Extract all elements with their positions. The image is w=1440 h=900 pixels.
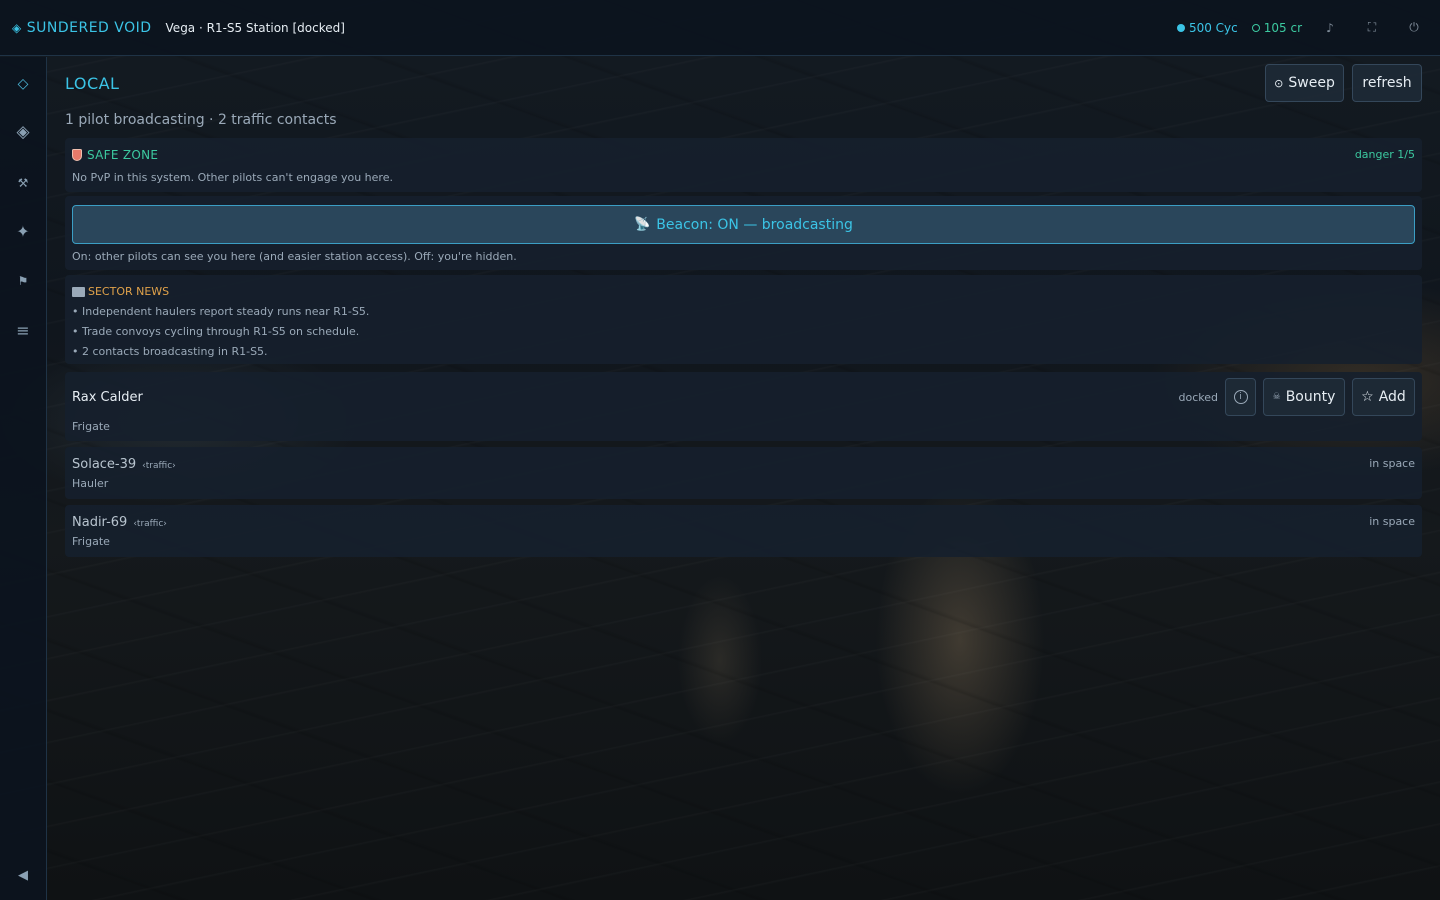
bounty-label: Bounty	[1285, 389, 1336, 405]
contact-row[interactable]: Solace-39 ‹traffic› Hauler in space	[65, 447, 1422, 499]
brand-diamond-icon: ◈	[12, 20, 22, 35]
credits-ring-icon	[1251, 23, 1260, 32]
local-summary: 1 pilot broadcasting · 2 traffic contact…	[65, 112, 337, 128]
local-panel: LOCAL 1 pilot broadcasting · 2 traffic c…	[47, 57, 1440, 900]
beacon-toggle-button[interactable]: 📡 Beacon: ON — broadcasting	[72, 205, 1415, 244]
contact-name-line: Solace-39 ‹traffic›	[72, 457, 176, 472]
top-right-stats: 500 Cyc 105 cr ♪ ⛶ ⏻	[1176, 20, 1428, 35]
sweep-label: Sweep	[1288, 75, 1335, 91]
skull-icon: ☠	[1272, 392, 1281, 402]
location-label: Vega · R1-S5 Station [docked]	[165, 20, 345, 35]
panel-title: LOCAL	[65, 74, 120, 93]
tools-icon: ⚒	[17, 176, 29, 190]
beacon-note: On: other pilots can see you here (and e…	[72, 250, 517, 263]
brand-title: SUNDERED VOID	[26, 19, 152, 36]
credits-stat: 105 cr	[1251, 20, 1302, 35]
contact-status: in space	[1369, 457, 1415, 470]
sidebar-item-menu[interactable]: ≡	[0, 313, 46, 347]
contact-status: docked	[1178, 391, 1219, 404]
news-item: • Trade convoys cycling through R1-S5 on…	[72, 325, 360, 338]
sidebar-item-station[interactable]: ◈	[0, 115, 46, 149]
star-icon: ✦	[16, 221, 30, 241]
sidebar-item-fitting[interactable]: ⚒	[0, 166, 46, 200]
contact-ship: Hauler	[72, 477, 109, 490]
contact-row[interactable]: Nadir-69 ‹traffic› Frigate in space	[65, 505, 1422, 557]
contact-status: in space	[1369, 515, 1415, 528]
cycles-dot-icon	[1176, 23, 1185, 32]
sidebar: ◇ ◈ ⚒ ✦ ⚑ ≡ ◀	[0, 57, 47, 900]
sweep-circle-icon: ⊙	[1274, 76, 1284, 90]
fullscreen-icon[interactable]: ⛶	[1358, 20, 1386, 35]
safe-zone-description: No PvP in this system. Other pilots can'…	[72, 171, 393, 184]
menu-icon: ≡	[16, 320, 30, 340]
contact-name: Nadir-69	[72, 515, 128, 530]
collapse-arrow-icon: ◀	[18, 867, 28, 883]
sidebar-collapse-button[interactable]: ◀	[0, 858, 46, 892]
contact-name-line: Nadir-69 ‹traffic›	[72, 515, 167, 530]
add-label: Add	[1378, 389, 1406, 405]
cycles-stat: 500 Cyc	[1176, 20, 1238, 35]
sidebar-item-navigation[interactable]: ◇	[0, 67, 46, 101]
sector-news-title: SECTOR NEWS	[72, 285, 169, 298]
contact-name: Solace-39	[72, 457, 137, 472]
satellite-icon: 📡	[634, 217, 651, 232]
beacon-card: 📡 Beacon: ON — broadcasting On: other pi…	[65, 196, 1422, 270]
safe-zone-label: SAFE ZONE	[87, 148, 159, 162]
traffic-tag: ‹traffic›	[142, 461, 176, 471]
refresh-label: refresh	[1362, 75, 1412, 91]
power-icon[interactable]: ⏻	[1400, 20, 1428, 35]
contact-ship: Frigate	[72, 420, 110, 433]
refresh-button[interactable]: refresh	[1352, 64, 1422, 102]
news-item: • Independent haulers report steady runs…	[72, 305, 370, 318]
news-item: • 2 contacts broadcasting in R1-S5.	[72, 345, 268, 358]
safe-zone-title: SAFE ZONE	[72, 148, 158, 162]
contact-name: Rax Calder	[72, 390, 143, 405]
safe-zone-card: SAFE ZONE danger 1/5 No PvP in this syst…	[65, 138, 1422, 192]
cycles-value: 500 Cyc	[1188, 20, 1238, 35]
music-icon[interactable]: ♪	[1316, 21, 1344, 35]
contact-ship: Frigate	[72, 535, 110, 548]
sweep-button[interactable]: ⊙ Sweep	[1265, 64, 1344, 102]
credits-value: 105 cr	[1263, 20, 1302, 35]
star-outline-icon: ☆	[1361, 389, 1374, 405]
add-contact-button[interactable]: ☆ Add	[1352, 378, 1415, 416]
info-icon: i	[1233, 390, 1248, 404]
traffic-tag: ‹traffic›	[133, 519, 167, 529]
beacon-label: Beacon: ON — broadcasting	[656, 216, 853, 233]
danger-level: danger 1/5	[1354, 148, 1415, 161]
sector-news-label: SECTOR NEWS	[88, 285, 170, 298]
contact-info-button[interactable]: i	[1225, 378, 1256, 416]
newspaper-icon	[72, 286, 85, 297]
diamond-filled-icon: ◈	[16, 122, 30, 142]
sector-news-card: SECTOR NEWS • Independent haulers report…	[65, 275, 1422, 364]
diamond-outline-icon: ◇	[17, 76, 29, 92]
sidebar-item-missions[interactable]: ⚑	[0, 264, 46, 298]
top-bar: ◈ SUNDERED VOID Vega · R1-S5 Station [do…	[0, 0, 1440, 56]
flag-icon: ⚑	[17, 274, 29, 288]
sidebar-item-skills[interactable]: ✦	[0, 214, 46, 248]
bounty-button[interactable]: ☠ Bounty	[1263, 378, 1345, 416]
contact-row[interactable]: Rax Calder Frigate docked i ☠ Bounty ☆ A…	[65, 372, 1422, 441]
brand: ◈ SUNDERED VOID	[12, 20, 152, 36]
shield-icon	[72, 149, 82, 161]
